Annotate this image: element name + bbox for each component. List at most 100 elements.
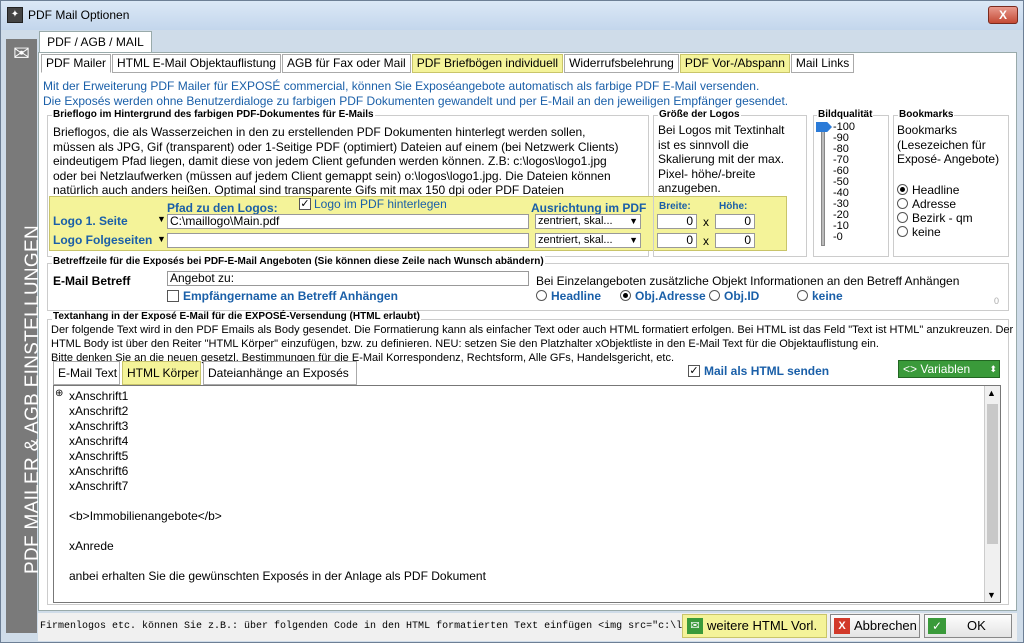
title-bar: ✦ PDF Mail Optionen X — [1, 1, 1023, 30]
bookmark-radio[interactable] — [897, 212, 908, 223]
close-button[interactable]: X — [988, 6, 1018, 24]
bookmark-radio[interactable] — [897, 226, 908, 237]
logo-size-desc-line: Skalierung mit der max. — [658, 152, 785, 166]
logo-following-pages-label: Logo Folgeseiten — [53, 233, 153, 247]
subject-option-radio[interactable] — [797, 290, 808, 301]
bookmark-option-label: keine — [912, 225, 941, 239]
logo-first-page-label: Logo 1. Seite — [53, 214, 128, 228]
body-line: anbei erhalten Sie die gewünschten Expos… — [69, 569, 486, 583]
logo-in-pdf-label: Logo im PDF hinterlegen — [314, 197, 447, 211]
brieflogo-desc-line: oder bei Netzlaufwerken (müssen auf jede… — [53, 168, 611, 183]
subject-legend: Betreffzeile für die Exposés bei PDF-E-M… — [52, 256, 545, 267]
body-line: <b>Immobilienangebote</b> — [69, 509, 222, 523]
brieflogo-legend: Brieflogo im Hintergrund des farbigen PD… — [52, 109, 375, 120]
bookmarks-desc-line: Exposé- Angebote) — [897, 152, 1000, 166]
subject-option-label: Obj.Adresse — [635, 289, 706, 303]
text-tab-2[interactable]: Dateianhänge an Exposés — [203, 361, 357, 385]
footer-hint: Firmenlogos etc. können Sie z.B.: über f… — [40, 621, 779, 632]
mail-as-html-label: Mail als HTML senden — [704, 364, 830, 378]
mail-as-html-checkbox[interactable]: ✓ — [688, 365, 700, 377]
footer-bar: Firmenlogos etc. können Sie z.B.: über f… — [38, 613, 1017, 641]
bookmark-radio[interactable] — [897, 198, 908, 209]
row2-dropdown-icon[interactable]: ▼ — [157, 234, 166, 244]
logo1-height-input[interactable]: 0 — [715, 214, 755, 229]
logo-in-pdf-checkbox[interactable]: ✓ — [299, 198, 311, 210]
zoom-icon[interactable]: ⊕ — [55, 388, 63, 399]
body-line: xAnschrift3 — [69, 419, 129, 433]
subtab-bar: PDF Mailer HTML E-Mail Objektauflistung AG… — [41, 54, 855, 74]
logo-size-legend: Größe der Logos — [658, 109, 741, 120]
scrollbar-thumb[interactable] — [987, 404, 998, 544]
options-window: ✦ PDF Mail Optionen X ✉ PDF MAILER & AGB… — [0, 0, 1024, 643]
textanhang-legend: Textanhang in der Exposé E-Mail für die … — [52, 311, 421, 322]
window-title: PDF Mail Optionen — [28, 8, 130, 22]
logo-size-desc-line: ist es sinnvoll die — [658, 137, 749, 152]
subject-counter: 0 — [994, 296, 1000, 306]
body-line: xAnschrift5 — [69, 449, 129, 463]
logo-following-pages-path[interactable] — [167, 233, 529, 248]
bookmark-option-label: Adresse — [912, 197, 957, 211]
cancel-button[interactable]: X Abbrechen — [830, 614, 920, 638]
subtab-4[interactable]: Widerrufsbelehrung — [564, 54, 679, 73]
text-tab-1[interactable]: HTML Körper — [122, 361, 201, 385]
subject-option-label: keine — [812, 289, 843, 303]
textanhang-desc-line: HTML Body ist über den Reiter "HTML Körp… — [51, 338, 879, 350]
subject-option-label: Headline — [551, 289, 602, 303]
chevron-up-down-icon: ⬍ — [989, 364, 997, 374]
row1-align-value: zentriert, skal... — [538, 215, 613, 227]
subtab-5[interactable]: PDF Vor-/Abspann — [679, 54, 790, 73]
subject-input[interactable]: Angebot zu: — [167, 271, 529, 286]
editor-scrollbar[interactable]: ▲ ▼ — [984, 386, 1000, 602]
tab-pdf-agb-mail[interactable]: PDF / AGB / MAIL — [39, 31, 152, 53]
row2-align-value: zentriert, skal... — [538, 234, 613, 246]
body-line: xAnschrift6 — [69, 464, 129, 478]
ok-label: OK — [967, 618, 986, 633]
variables-button[interactable]: <> Variablen ⬍ — [898, 360, 1000, 378]
intro-line-2: Die Exposés werden ohne Benutzerdialoge … — [43, 94, 789, 108]
subject-option-radio[interactable] — [536, 290, 547, 301]
subtab-6[interactable]: Mail Links — [790, 54, 855, 73]
bookmarks-desc-line: Bookmarks — [897, 123, 958, 137]
logo-following-pages-align[interactable]: zentriert, skal... ▼ — [535, 233, 641, 248]
logo-size-desc-line: Pixel- höhe/-breite — [658, 166, 756, 181]
height-label: Höhe: — [719, 201, 748, 212]
recipient-name-checkbox[interactable] — [167, 290, 179, 302]
ok-button[interactable]: ✓ OK — [924, 614, 1012, 638]
quality-slider-track[interactable] — [821, 126, 825, 246]
quality-tick-label: -0 — [833, 231, 843, 243]
bookmark-option-label: Bezirk - qm — [912, 211, 973, 225]
subject-option-radio[interactable] — [709, 290, 720, 301]
row1-dropdown-icon[interactable]: ▼ — [157, 214, 166, 224]
logo-first-page-align[interactable]: zentriert, skal... ▼ — [535, 214, 641, 229]
body-line — [69, 524, 486, 539]
scroll-up-icon[interactable]: ▲ — [987, 388, 996, 398]
bookmarks-desc-line: (Lesezeichen für — [897, 137, 986, 152]
envelope-icon: ✉ — [687, 618, 703, 634]
logo-size-desc-line: anzugeben. — [658, 181, 721, 195]
subject-option-radio[interactable] — [620, 290, 631, 301]
logo2-height-input[interactable]: 0 — [715, 233, 755, 248]
subject-label: E-Mail Betreff — [53, 274, 131, 288]
logo-first-page-path[interactable]: C:\maillogo\Main.pdf — [167, 214, 529, 229]
subtab-3[interactable]: PDF Briefbögen individuell — [411, 54, 564, 73]
logo2-width-input[interactable]: 0 — [657, 233, 697, 248]
body-line: xAnschrift2 — [69, 404, 129, 418]
brieflogo-desc-line: Brieflogos, die als Wasserzeichen in den… — [53, 125, 586, 139]
subtab-2[interactable]: AGB für Fax oder Mail — [281, 54, 411, 73]
times-symbol: x — [703, 215, 709, 229]
bookmark-radio[interactable] — [897, 184, 908, 195]
logo-size-desc-line: Bei Logos mit Textinhalt — [658, 123, 785, 137]
scroll-down-icon[interactable]: ▼ — [987, 590, 996, 600]
variables-label: <> Variablen — [903, 362, 971, 376]
subtab-1[interactable]: HTML E-Mail Objektauflistung — [112, 54, 281, 73]
logo1-width-input[interactable]: 0 — [657, 214, 697, 229]
body-editor[interactable]: ⊕ xAnschrift1 xAnschrift2 xAnschrift3 xAnsc… — [53, 385, 1001, 603]
more-html-templates-label: weitere HTML Vorl. — [707, 618, 818, 633]
path-header: Pfad zu den Logos: — [167, 201, 278, 215]
subtab-0[interactable]: PDF Mailer — [41, 54, 112, 73]
text-tab-0[interactable]: E-Mail Text — [53, 361, 120, 385]
more-html-templates-button[interactable]: ✉ weitere HTML Vorl. — [682, 614, 827, 638]
intro-line-1: Mit der Erweiterung PDF Mailer für EXPOS… — [43, 79, 760, 93]
brieflogo-desc-line: müssen als JPG, Gif (transparent) oder 1… — [53, 139, 619, 154]
sidebar: ✉ PDF MAILER & AGB EINSTELLUNGEN — [6, 39, 43, 633]
